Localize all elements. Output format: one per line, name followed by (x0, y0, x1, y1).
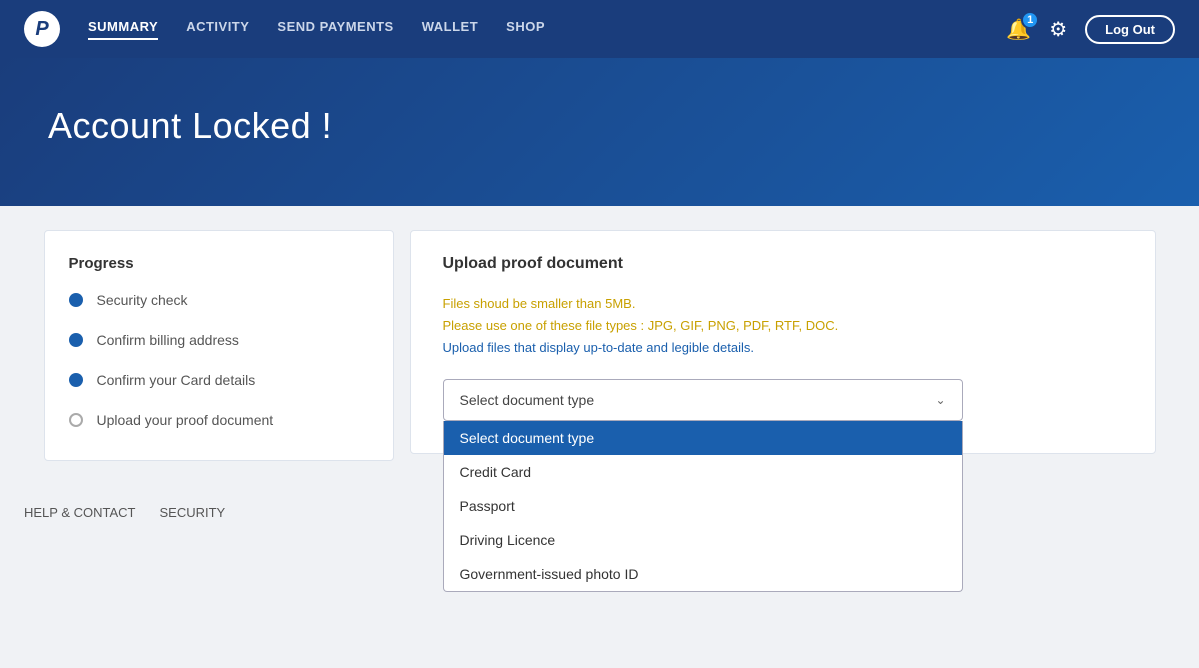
document-type-dropdown[interactable]: Select document type ⌄ Select document t… (443, 379, 963, 421)
dropdown-option-credit-card[interactable]: Credit Card (444, 455, 962, 489)
nav-send-payments[interactable]: SEND PAYMENTS (277, 19, 393, 40)
dropdown-selected-label: Select document type (460, 392, 595, 408)
progress-dot-upload (69, 413, 83, 427)
dropdown-list: Select document type Credit Card Passpor… (443, 421, 963, 592)
logout-button[interactable]: Log Out (1085, 15, 1175, 44)
nav-right: 🔔 1 ⚙ Log Out (1006, 15, 1175, 44)
chevron-down-icon: ⌄ (935, 393, 945, 407)
progress-items: Security check Confirm billing address C… (69, 292, 369, 428)
upload-info: Files shoud be smaller than 5MB. Please … (443, 293, 1123, 359)
upload-panel: Upload proof document Files shoud be sma… (410, 230, 1156, 454)
nav-shop[interactable]: SHOP (506, 19, 545, 40)
progress-item-upload: Upload your proof document (69, 412, 369, 428)
settings-icon[interactable]: ⚙ (1049, 17, 1067, 42)
progress-dot-billing (69, 333, 83, 347)
progress-label-card: Confirm your Card details (97, 372, 256, 388)
notification-bell[interactable]: 🔔 1 (1006, 17, 1031, 42)
dropdown-option-passport[interactable]: Passport (444, 489, 962, 523)
upload-title: Upload proof document (443, 255, 1123, 273)
progress-item-billing: Confirm billing address (69, 332, 369, 348)
footer-help[interactable]: HELP & CONTACT (24, 505, 135, 520)
navbar: P SUMMARY ACTIVITY SEND PAYMENTS WALLET … (0, 0, 1199, 58)
hero-banner: Account Locked ! (0, 58, 1199, 206)
nav-activity[interactable]: ACTIVITY (186, 19, 249, 40)
dropdown-option-driving-licence[interactable]: Driving Licence (444, 523, 962, 557)
hero-title: Account Locked ! (48, 105, 332, 147)
notification-count: 1 (1021, 11, 1039, 29)
progress-item-security: Security check (69, 292, 369, 308)
dropdown-option-government-id[interactable]: Government-issued photo ID (444, 557, 962, 591)
progress-panel: Progress Security check Confirm billing … (44, 230, 394, 461)
footer-security[interactable]: SECURITY (159, 505, 225, 520)
progress-item-card: Confirm your Card details (69, 372, 369, 388)
upload-info-size: Files shoud be smaller than 5MB. (443, 293, 1123, 315)
dropdown-option-select[interactable]: Select document type (444, 421, 962, 455)
progress-label-security: Security check (97, 292, 188, 308)
progress-label-upload: Upload your proof document (97, 412, 274, 428)
paypal-logo[interactable]: P (24, 11, 60, 47)
upload-info-types: Please use one of these file types : JPG… (443, 315, 1123, 337)
upload-info-legible: Upload files that display up-to-date and… (443, 337, 1123, 359)
progress-dot-security (69, 293, 83, 307)
logo-letter: P (35, 18, 48, 41)
progress-label-billing: Confirm billing address (97, 332, 239, 348)
dropdown-trigger[interactable]: Select document type ⌄ (443, 379, 963, 421)
nav-links: SUMMARY ACTIVITY SEND PAYMENTS WALLET SH… (88, 19, 1006, 40)
progress-dot-card (69, 373, 83, 387)
nav-wallet[interactable]: WALLET (422, 19, 478, 40)
progress-title: Progress (69, 255, 369, 272)
nav-summary[interactable]: SUMMARY (88, 19, 158, 40)
main-content: Progress Security check Confirm billing … (20, 206, 1180, 485)
